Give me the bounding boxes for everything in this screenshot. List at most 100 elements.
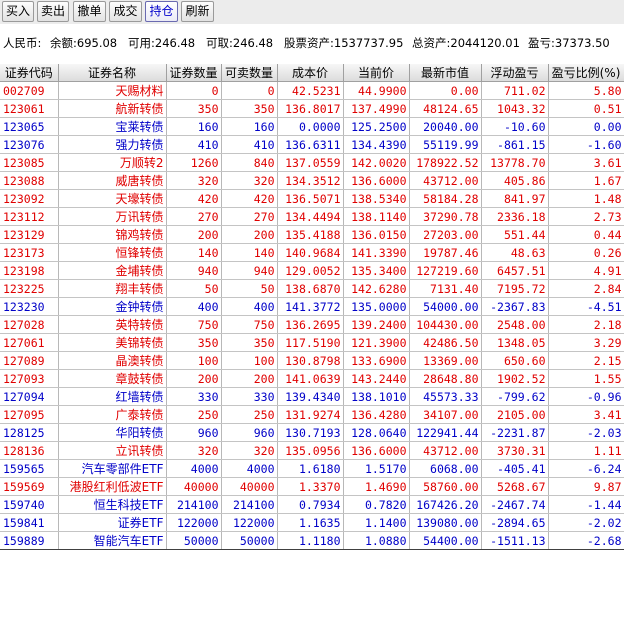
cell-code: 127095 bbox=[0, 405, 59, 424]
cancel-order-button[interactable]: 撤单 bbox=[73, 1, 106, 22]
cell-name: 华阳转债 bbox=[58, 423, 167, 442]
trades-button[interactable]: 成交 bbox=[109, 1, 142, 22]
refresh-button[interactable]: 刷新 bbox=[181, 1, 214, 22]
cell-qty: 940 bbox=[166, 261, 222, 280]
cell-sellable: 400 bbox=[221, 297, 278, 316]
cell-code: 159569 bbox=[0, 477, 59, 496]
table-row[interactable]: 123225 翔丰转债 50 50 138.6870 142.6280 7131.40 719… bbox=[0, 279, 624, 298]
cell-sellable: 250 bbox=[221, 405, 278, 424]
cell-qty: 270 bbox=[166, 207, 222, 226]
positions-tab[interactable]: 持仓 bbox=[145, 1, 178, 22]
col-header-price[interactable]: 当前价 bbox=[343, 64, 410, 82]
buy-button[interactable]: 买入 bbox=[2, 1, 34, 22]
sell-button[interactable]: 卖出 bbox=[37, 1, 69, 22]
cell-pnl-pct: -0.96 bbox=[548, 387, 624, 406]
table-row[interactable]: 127061 美锦转债 350 350 117.5190 121.3900 42486.50… bbox=[0, 333, 624, 352]
table-row[interactable]: 123230 金钟转债 400 400 141.3772 135.0000 54000.00… bbox=[0, 297, 624, 316]
col-header-qty[interactable]: 证券数量 bbox=[166, 64, 222, 82]
cell-pnl-pct: 9.87 bbox=[548, 477, 624, 496]
table-row[interactable]: 123061 航新转债 350 350 136.8017 137.4990 48124.65… bbox=[0, 99, 624, 118]
cell-market-value: 6068.00 bbox=[409, 459, 482, 478]
table-row[interactable]: 128136 立讯转债 320 320 135.0956 136.6000 43712.00… bbox=[0, 441, 624, 460]
table-row[interactable]: 127028 英特转债 750 750 136.2695 139.2400 104430.0… bbox=[0, 315, 624, 334]
col-header-sellable[interactable]: 可卖数量 bbox=[221, 64, 278, 82]
toolbar: 买入 卖出 撤单 成交 持仓 刷新 bbox=[0, 0, 624, 24]
cell-pnl: 5268.67 bbox=[481, 477, 549, 496]
cell-qty: 750 bbox=[166, 315, 222, 334]
cell-pnl-pct: 2.15 bbox=[548, 351, 624, 370]
cell-cost: 0.7934 bbox=[277, 495, 344, 514]
cell-pnl-pct: 1.55 bbox=[548, 369, 624, 388]
cell-price: 125.2500 bbox=[343, 117, 410, 136]
cell-code: 159565 bbox=[0, 459, 59, 478]
table-row[interactable]: 127093 章鼓转债 200 200 141.0639 143.2440 28648.80… bbox=[0, 369, 624, 388]
cell-price: 138.1140 bbox=[343, 207, 410, 226]
table-row[interactable]: 123085 万顺转2 1260 840 137.0559 142.0020 178922.… bbox=[0, 153, 624, 172]
cell-name: 恒生科技ETF bbox=[58, 495, 167, 514]
cell-market-value: 167426.20 bbox=[409, 495, 482, 514]
col-header-name[interactable]: 证券名称 bbox=[58, 64, 167, 82]
table-row[interactable]: 159740 恒生科技ETF 214100 214100 0.7934 0.7820 167… bbox=[0, 495, 624, 514]
cell-name: 英特转债 bbox=[58, 315, 167, 334]
cell-qty: 4000 bbox=[166, 459, 222, 478]
table-row[interactable]: 123112 万讯转债 270 270 134.4494 138.1140 37290.78… bbox=[0, 207, 624, 226]
table-row[interactable]: 123092 天壕转债 420 420 136.5071 138.5340 58184.28… bbox=[0, 189, 624, 208]
cell-sellable: 350 bbox=[221, 99, 278, 118]
cell-qty: 0 bbox=[166, 81, 222, 100]
positions-grid[interactable]: 证券代码 证券名称 证券数量 可卖数量 成本价 当前价 最新市值 浮动盈亏 盈亏… bbox=[0, 64, 624, 642]
cell-name: 强力转债 bbox=[58, 135, 167, 154]
available-value: 可用:246.48 bbox=[128, 36, 196, 50]
col-header-pnl-pct[interactable]: 盈亏比例(%) bbox=[548, 64, 624, 82]
cell-qty: 420 bbox=[166, 189, 222, 208]
balance-value: 余额:695.08 bbox=[50, 36, 118, 50]
table-row[interactable]: 159565 汽车零部件ETF 4000 4000 1.6180 1.5170 6068.0… bbox=[0, 459, 624, 478]
cell-qty: 350 bbox=[166, 99, 222, 118]
table-row[interactable]: 002709 天赐材料 0 0 42.5231 44.9900 0.00 711.02 5.80 bbox=[0, 81, 624, 100]
cell-market-value: 28648.80 bbox=[409, 369, 482, 388]
cell-price: 1.0880 bbox=[343, 531, 410, 550]
cell-pnl: 2105.00 bbox=[481, 405, 549, 424]
cell-market-value: 27203.00 bbox=[409, 225, 482, 244]
cell-name: 智能汽车ETF bbox=[58, 531, 167, 550]
cell-code: 123198 bbox=[0, 261, 59, 280]
cell-cost: 135.4188 bbox=[277, 225, 344, 244]
cell-name: 港股红利低波ETF bbox=[58, 477, 167, 496]
cell-market-value: 45573.33 bbox=[409, 387, 482, 406]
cell-pnl: 48.63 bbox=[481, 243, 549, 262]
table-row[interactable]: 159889 智能汽车ETF 50000 50000 1.1180 1.0880 54400… bbox=[0, 531, 624, 550]
col-header-market-value[interactable]: 最新市值 bbox=[409, 64, 482, 82]
table-row[interactable]: 159569 港股红利低波ETF 40000 40000 1.3370 1.4690 587… bbox=[0, 477, 624, 496]
table-row[interactable]: 127094 红墙转债 330 330 139.4340 138.1010 45573.33… bbox=[0, 387, 624, 406]
table-row[interactable]: 123129 锦鸡转债 200 200 135.4188 136.0150 27203.00… bbox=[0, 225, 624, 244]
cell-code: 123230 bbox=[0, 297, 59, 316]
cell-pnl-pct: 0.44 bbox=[548, 225, 624, 244]
cell-price: 134.4390 bbox=[343, 135, 410, 154]
table-row[interactable]: 123198 金埔转债 940 940 129.0052 135.3400 127219.6… bbox=[0, 261, 624, 280]
cell-price: 136.0150 bbox=[343, 225, 410, 244]
cell-code: 159889 bbox=[0, 531, 59, 550]
col-header-code[interactable]: 证券代码 bbox=[0, 64, 59, 82]
col-header-cost[interactable]: 成本价 bbox=[277, 64, 344, 82]
table-row[interactable]: 159841 证券ETF 122000 122000 1.1635 1.1400 13908… bbox=[0, 513, 624, 532]
cell-name: 航新转债 bbox=[58, 99, 167, 118]
cell-price: 137.4990 bbox=[343, 99, 410, 118]
table-row[interactable]: 128125 华阳转债 960 960 130.7193 128.0640 122941.4… bbox=[0, 423, 624, 442]
table-row[interactable]: 123088 威唐转债 320 320 134.3512 136.6000 43712.00… bbox=[0, 171, 624, 190]
cell-market-value: 43712.00 bbox=[409, 441, 482, 460]
cell-cost: 130.7193 bbox=[277, 423, 344, 442]
cell-code: 128125 bbox=[0, 423, 59, 442]
table-row[interactable]: 123076 强力转债 410 410 136.6311 134.4390 55119.99… bbox=[0, 135, 624, 154]
cell-pnl: -1511.13 bbox=[481, 531, 549, 550]
table-row[interactable]: 123065 宝莱转债 160 160 0.0000 125.2500 20040.00 -1… bbox=[0, 117, 624, 136]
table-row[interactable]: 123173 恒锋转债 140 140 140.9684 141.3390 19787.46… bbox=[0, 243, 624, 262]
cell-price: 139.2400 bbox=[343, 315, 410, 334]
col-header-pnl[interactable]: 浮动盈亏 bbox=[481, 64, 549, 82]
table-row[interactable]: 127095 广泰转债 250 250 131.9274 136.4280 34107.00… bbox=[0, 405, 624, 424]
cell-pnl-pct: -6.24 bbox=[548, 459, 624, 478]
profit-loss-value: 盈亏:37373.50 bbox=[528, 36, 610, 50]
cell-sellable: 750 bbox=[221, 315, 278, 334]
cell-cost: 131.9274 bbox=[277, 405, 344, 424]
cell-cost: 130.8798 bbox=[277, 351, 344, 370]
table-row[interactable]: 127089 晶澳转债 100 100 130.8798 133.6900 13369.00… bbox=[0, 351, 624, 370]
cell-sellable: 50 bbox=[221, 279, 278, 298]
